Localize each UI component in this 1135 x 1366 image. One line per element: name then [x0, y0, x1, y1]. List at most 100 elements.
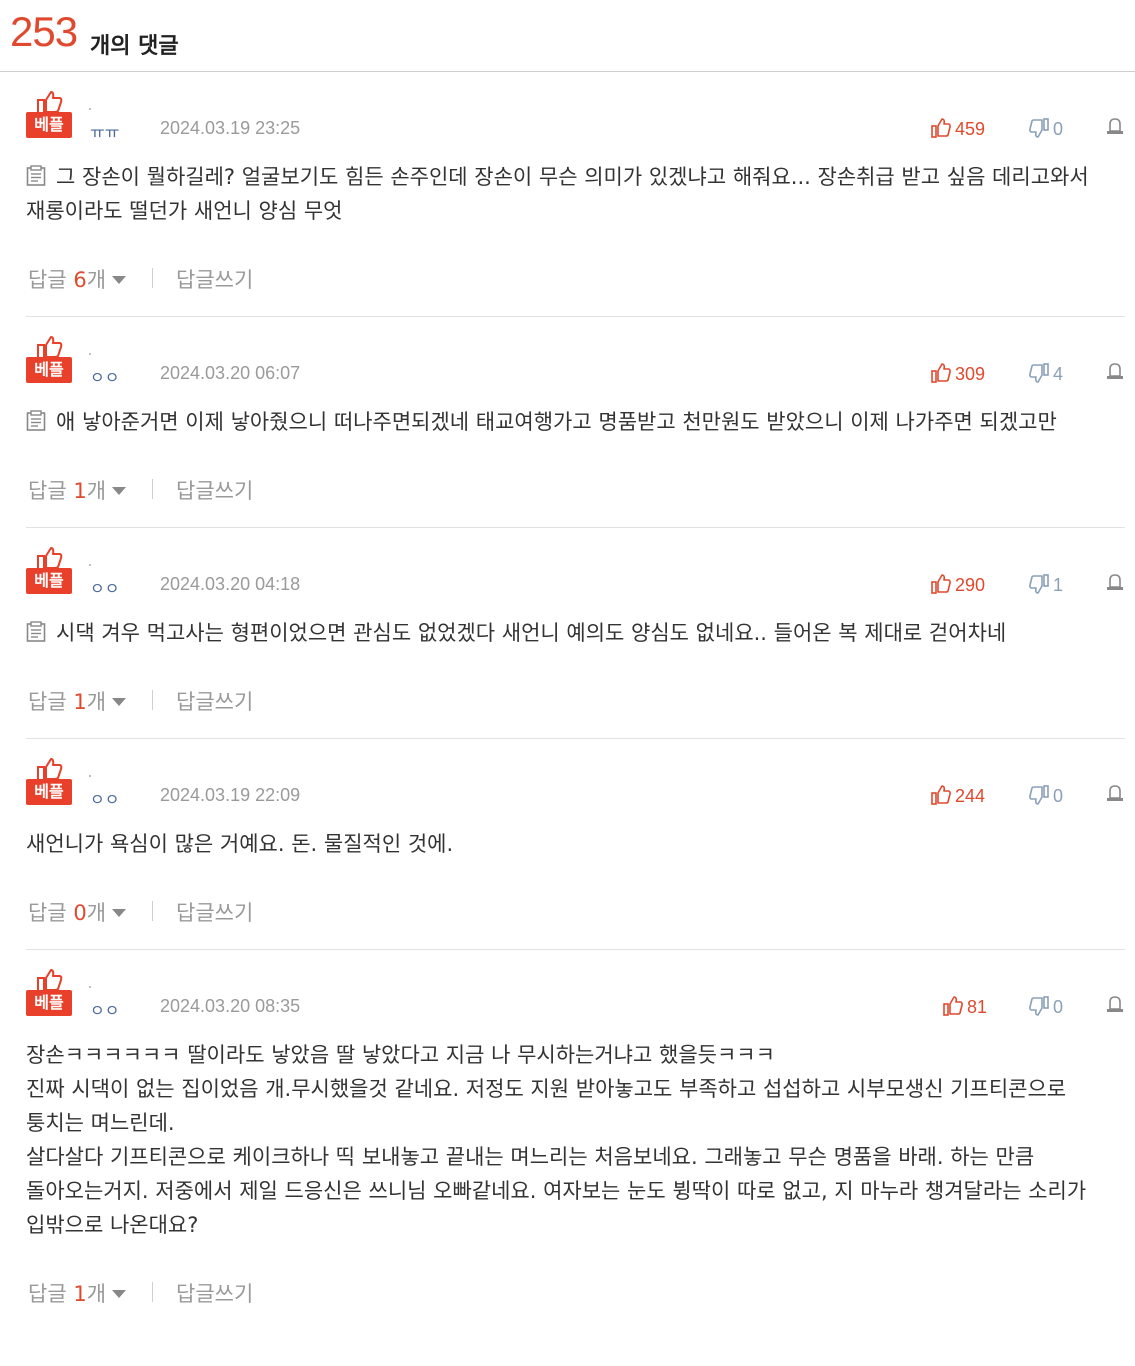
dislike-count: 0: [1053, 786, 1064, 806]
author-nickname[interactable]: ㅠㅠ: [90, 119, 119, 143]
report-siren-icon: [1107, 574, 1123, 590]
author-nickname[interactable]: ㅇㅇ: [90, 786, 119, 810]
memo-icon: [26, 619, 46, 642]
nick-dot: [89, 108, 91, 110]
report-button[interactable]: [1105, 572, 1125, 596]
comment-text: 장손ㅋㅋㅋㅋㅋㅋ 딸이라도 낳았음 딸 낳았다고 지금 나 무시하는거냐고 했을…: [26, 1043, 1087, 1237]
best-label: 베플: [26, 568, 72, 594]
best-label: 베플: [26, 779, 72, 805]
comment-item: 베플 ㅇㅇ 2024.03.20 04:18 290 1 시댁 겨우 먹고사는 …: [26, 528, 1125, 739]
author-nickname[interactable]: ㅇㅇ: [90, 364, 119, 388]
comment-count-label: 개의 댓글: [90, 34, 179, 59]
divider: [152, 479, 153, 499]
divider: [152, 690, 153, 710]
write-reply-button[interactable]: 답글쓰기: [176, 475, 253, 505]
comment-text: 시댁 겨우 먹고사는 형편이었으면 관심도 없었겠다 새언니 예의도 양심도 없…: [56, 621, 1007, 645]
chevron-down-icon: [112, 276, 127, 284]
comment-text: 애 낳아준거면 이제 낳아줬으니 떠나주면되겠네 태교여행가고 명품받고 천만원…: [56, 410, 1057, 434]
dislike-button[interactable]: 0: [1029, 785, 1063, 807]
comment-date: 2024.03.20 06:07: [160, 363, 301, 383]
thumbs-up-icon: [931, 785, 951, 805]
reply-bar: 답글 1개 답글쓰기: [26, 650, 1125, 738]
reply-unit: 개: [86, 479, 107, 503]
reply-toggle[interactable]: 답글 1개: [28, 686, 127, 716]
reply-toggle[interactable]: 답글 1개: [28, 1278, 127, 1308]
thumbs-up-icon: [931, 118, 951, 138]
thumbs-up-icon: [931, 574, 951, 594]
dislike-button[interactable]: 1: [1029, 574, 1063, 596]
best-label: 베플: [26, 112, 72, 138]
best-badge: 베플: [26, 335, 74, 385]
reply-label: 답글: [28, 268, 67, 292]
reply-label: 답글: [28, 1282, 67, 1306]
report-button[interactable]: [1105, 361, 1125, 385]
best-label: 베플: [26, 990, 72, 1016]
like-button[interactable]: 309: [931, 363, 985, 385]
author-nickname[interactable]: ㅇㅇ: [90, 997, 119, 1021]
comment-body: 애 낳아준거면 이제 낳아줬으니 떠나주면되겠네 태교여행가고 명품받고 천만원…: [26, 389, 1125, 439]
comment-body: 그 장손이 뭘하길레? 얼굴보기도 힘든 손주인데 장손이 무슨 의미가 있겠냐…: [26, 144, 1125, 228]
comment-meta: 베플 ㅇㅇ 2024.03.20 08:35 81 0: [26, 950, 1125, 1022]
best-label: 베플: [26, 357, 72, 383]
comment-body: 새언니가 욕심이 많은 거예요. 돈. 물질적인 것에.: [26, 811, 1125, 861]
author-nickname[interactable]: ㅇㅇ: [90, 575, 119, 599]
thumbs-down-icon: [1029, 574, 1049, 594]
reply-count: 1: [73, 690, 87, 714]
write-reply-button[interactable]: 답글쓰기: [176, 897, 253, 927]
nick-dot: [89, 353, 91, 355]
report-siren-icon: [1107, 118, 1123, 134]
chevron-down-icon: [112, 909, 127, 917]
dislike-button[interactable]: 0: [1029, 118, 1063, 140]
comment-meta: 베플 ㅠㅠ 2024.03.19 23:25 459 0: [26, 72, 1125, 144]
like-count: 244: [955, 786, 986, 806]
dislike-count: 1: [1053, 575, 1064, 595]
reply-toggle[interactable]: 답글 6개: [28, 264, 127, 294]
reply-bar: 답글 1개 답글쓰기: [26, 1242, 1125, 1330]
divider: [152, 901, 153, 921]
reply-unit: 개: [86, 1282, 107, 1306]
reply-count: 0: [73, 901, 87, 925]
comment-date: 2024.03.20 04:18: [160, 574, 301, 594]
reply-label: 답글: [28, 901, 67, 925]
like-button[interactable]: 81: [943, 996, 987, 1018]
reply-toggle[interactable]: 답글 0개: [28, 897, 127, 927]
thumbs-up-icon: [37, 91, 63, 114]
dislike-count: 0: [1053, 997, 1064, 1017]
reply-unit: 개: [86, 690, 107, 714]
comment-item: 베플 ㅇㅇ 2024.03.20 06:07 309 4 애 낳아준거면 이제 …: [26, 317, 1125, 528]
thumbs-up-icon: [943, 996, 963, 1016]
reply-unit: 개: [86, 901, 107, 925]
thumbs-up-icon: [931, 363, 951, 383]
write-reply-button[interactable]: 답글쓰기: [176, 264, 253, 294]
report-button[interactable]: [1105, 994, 1125, 1018]
divider: [152, 268, 153, 288]
dislike-button[interactable]: 4: [1029, 363, 1063, 385]
like-button[interactable]: 290: [931, 574, 985, 596]
chevron-down-icon: [112, 698, 127, 706]
report-button[interactable]: [1105, 116, 1125, 140]
chevron-down-icon: [112, 487, 127, 495]
report-siren-icon: [1107, 785, 1123, 801]
comment-item: 베플 ㅇㅇ 2024.03.20 08:35 81 0 장손ㅋㅋㅋㅋㅋㅋ 딸이라…: [26, 950, 1125, 1330]
thumbs-up-icon: [37, 969, 63, 992]
like-button[interactable]: 459: [931, 118, 985, 140]
nick-dot: [89, 564, 91, 566]
reply-toggle[interactable]: 답글 1개: [28, 475, 127, 505]
dislike-button[interactable]: 0: [1029, 996, 1063, 1018]
report-button[interactable]: [1105, 783, 1125, 807]
report-siren-icon: [1107, 996, 1123, 1012]
best-badge: 베플: [26, 546, 74, 596]
divider: [152, 1282, 153, 1302]
best-badge: 베플: [26, 968, 74, 1018]
reply-bar: 답글 0개 답글쓰기: [26, 861, 1125, 949]
like-button[interactable]: 244: [931, 785, 985, 807]
comment-meta: 베플 ㅇㅇ 2024.03.19 22:09 244 0: [26, 739, 1125, 811]
write-reply-button[interactable]: 답글쓰기: [176, 1278, 253, 1308]
comment-text: 새언니가 욕심이 많은 거예요. 돈. 물질적인 것에.: [26, 832, 454, 856]
reply-unit: 개: [86, 268, 107, 292]
memo-icon: [26, 163, 46, 186]
like-count: 81: [967, 997, 988, 1017]
comment-item: 베플 ㅠㅠ 2024.03.19 23:25 459 0 그 장손이 뭘하길레?…: [26, 72, 1125, 317]
write-reply-button[interactable]: 답글쓰기: [176, 686, 253, 716]
like-count: 290: [955, 575, 986, 595]
